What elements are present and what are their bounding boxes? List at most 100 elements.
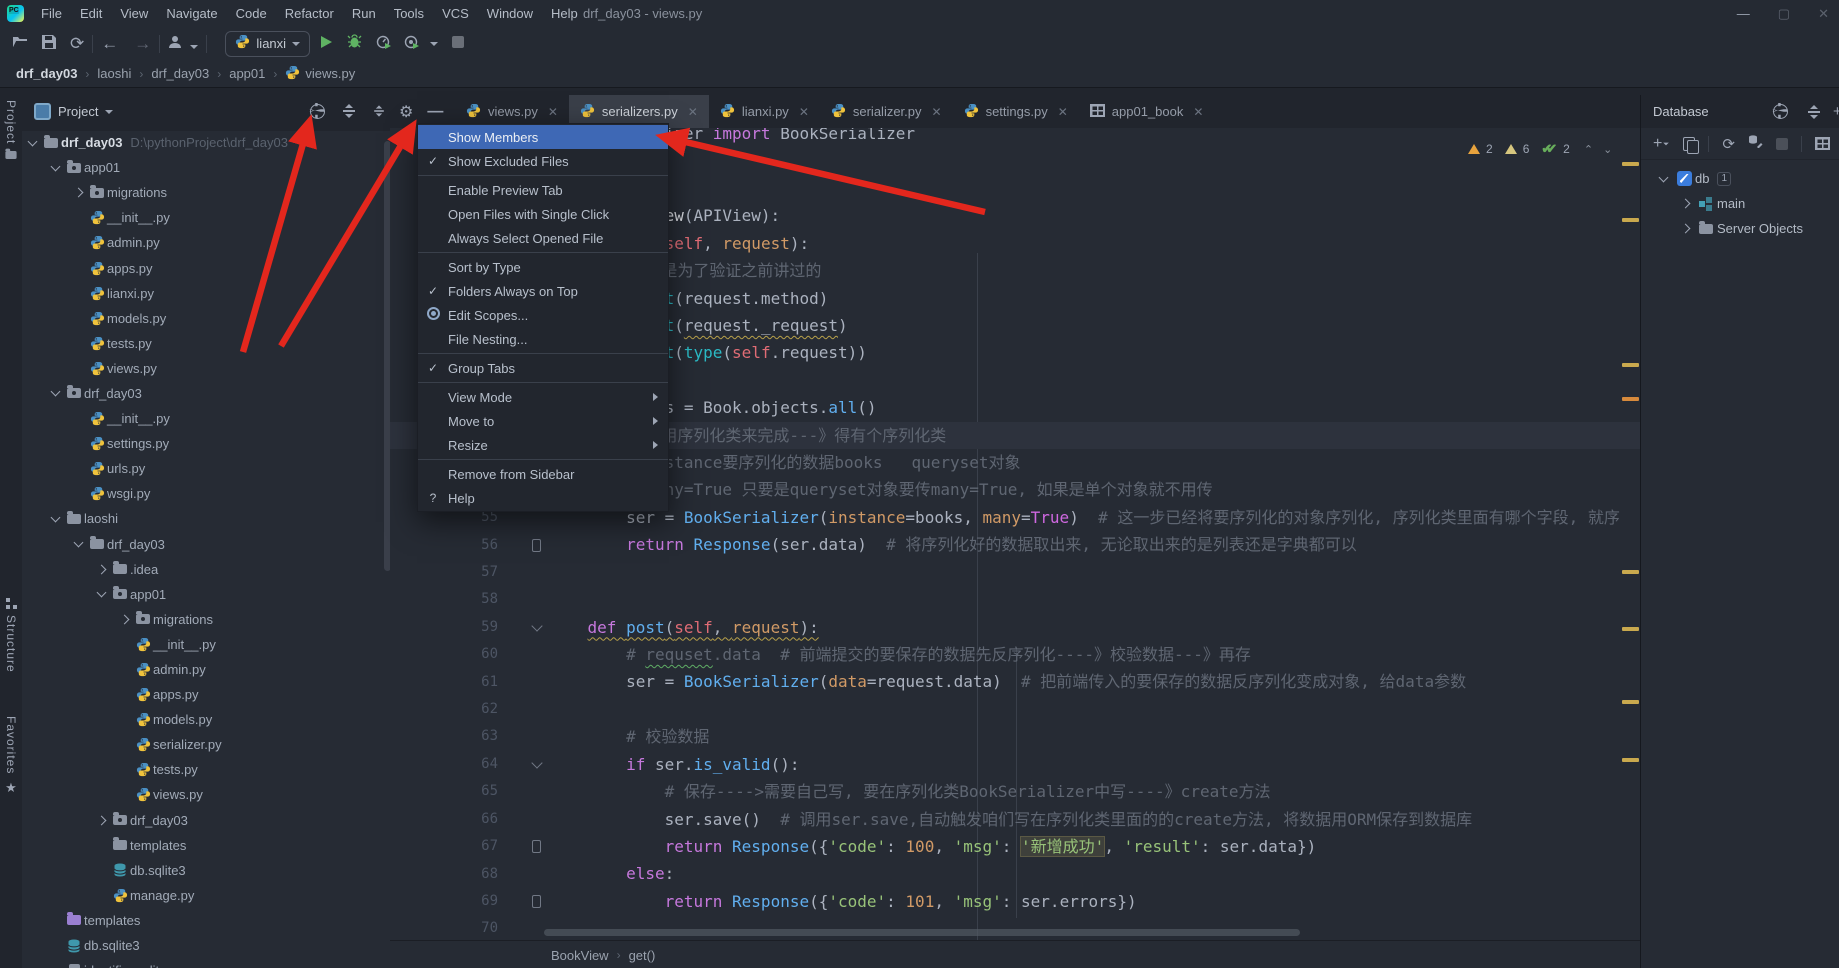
tree-item-admin.py[interactable]: admin.py (22, 657, 390, 682)
tree-item-settings.py[interactable]: settings.py (22, 431, 390, 456)
db-tree-item-db[interactable]: db 1 (1641, 166, 1839, 191)
breadcrumb-class[interactable]: BookView (551, 948, 609, 963)
tree-item-laoshi[interactable]: laoshi (22, 506, 390, 531)
code-line-59[interactable]: 59 def post(self, request): (390, 614, 1640, 641)
menu-vcs[interactable]: VCS (433, 0, 478, 27)
code-line-60[interactable]: 60 # requset.data # 前端提交的要保存的数据先反序列化----… (390, 641, 1640, 668)
tree-item-wsgi.py[interactable]: wsgi.py (22, 481, 390, 506)
db-duplicate-icon[interactable] (1683, 136, 1699, 154)
db-wrench-icon[interactable] (1748, 134, 1763, 153)
user-icon[interactable] (168, 35, 199, 53)
inspections-widget[interactable]: 2 6 ✔✔ 2 ⌃ ⌄ (1468, 138, 1612, 160)
tree-item-models.py[interactable]: models.py (22, 306, 390, 331)
coverage-icon[interactable] (404, 35, 420, 53)
tree-item-migrations[interactable]: migrations (22, 180, 390, 205)
chevron-right-icon[interactable] (1680, 223, 1690, 234)
stop-icon[interactable] (452, 35, 465, 52)
tree-item-identifier.sqlite[interactable]: identifier.sqlite (22, 958, 390, 968)
menu-view[interactable]: View (111, 0, 157, 27)
chevron-down-icon[interactable] (50, 512, 61, 523)
db-tree-item-server-objects[interactable]: Server Objects (1641, 216, 1839, 241)
chevron-down-icon[interactable] (96, 587, 107, 598)
db-table-icon[interactable] (1814, 137, 1830, 150)
close-icon[interactable]: ✕ (932, 105, 942, 119)
breadcrumb-item[interactable]: views.py (285, 65, 355, 83)
close-button[interactable]: ✕ (1818, 6, 1829, 22)
tree-item-__init__.py[interactable]: __init__.py (22, 632, 390, 657)
error-stripe-mark[interactable] (1622, 627, 1639, 631)
code-line-65[interactable]: 65 # 保存---->需要自己写, 要在序列化类BookSerializer中… (390, 778, 1640, 805)
close-icon[interactable]: ✕ (688, 105, 698, 119)
error-stripe-mark[interactable] (1622, 218, 1639, 222)
db-locate-icon[interactable] (1773, 104, 1788, 119)
minimize-button[interactable]: — (1737, 6, 1750, 21)
menu-item-remove-from-sidebar[interactable]: Remove from Sidebar (418, 462, 668, 486)
db-refresh-icon[interactable]: ⟳ (1722, 135, 1735, 153)
tree-item-db.sqlite3[interactable]: db.sqlite3 (22, 933, 390, 958)
menu-item-sort-by-type[interactable]: Sort by Type (418, 255, 668, 279)
code-line-68[interactable]: 68 else: (390, 860, 1640, 887)
tool-stripe-project[interactable]: Project (0, 100, 22, 160)
breadcrumb-item[interactable]: app01 (229, 66, 265, 81)
db-add-icon[interactable]: + (1653, 135, 1670, 153)
editor-tab-settings.py[interactable]: settings.py ✕ (953, 95, 1079, 128)
chevron-right-icon[interactable] (119, 614, 130, 625)
code-line-64[interactable]: 64 if ser.is_valid(): (390, 751, 1640, 778)
breadcrumb-item[interactable]: laoshi (97, 66, 131, 81)
fold-marker-icon[interactable] (531, 757, 543, 769)
editor-tab-lianxi.py[interactable]: lianxi.py ✕ (709, 95, 820, 128)
sync-icon[interactable]: ⟳ (70, 34, 84, 54)
db-stop-icon[interactable] (1775, 137, 1788, 150)
editor-tab-serializer.py[interactable]: serializer.py ✕ (820, 95, 953, 128)
error-stripe-mark[interactable] (1622, 758, 1639, 762)
tree-item-apps.py[interactable]: apps.py (22, 682, 390, 707)
tree-item-drf_day03[interactable]: drf_day03 (22, 381, 390, 406)
tree-item-serializer.py[interactable]: serializer.py (22, 732, 390, 757)
tool-stripe-structure[interactable]: Structure (0, 598, 22, 673)
database-panel-title[interactable]: Database (1653, 104, 1709, 119)
chevron-down-icon[interactable] (1658, 172, 1668, 182)
fold-marker-icon[interactable] (532, 538, 541, 552)
menu-file[interactable]: File (32, 0, 71, 27)
breadcrumb-method[interactable]: get() (629, 948, 656, 963)
tree-item-templates[interactable]: templates (22, 908, 390, 933)
tree-item-db.sqlite3[interactable]: db.sqlite3 (22, 858, 390, 883)
tree-item-migrations[interactable]: migrations (22, 607, 390, 632)
menu-item-file-nesting[interactable]: File Nesting... (418, 327, 668, 351)
fold-marker-icon[interactable] (531, 620, 543, 632)
fold-marker-icon[interactable] (532, 840, 541, 854)
close-icon[interactable]: ✕ (548, 105, 558, 119)
chevron-down-icon[interactable] (73, 537, 84, 548)
tree-item-__init__.py[interactable]: __init__.py (22, 205, 390, 230)
chevron-down-icon[interactable] (27, 136, 38, 146)
tree-item-drf_day03[interactable]: drf_day03 (22, 532, 390, 557)
close-icon[interactable]: ✕ (1058, 105, 1068, 119)
db-tree-item-main[interactable]: main (1641, 191, 1839, 216)
menu-item-folders-always-on-top[interactable]: ✓ Folders Always on Top (418, 279, 668, 303)
menu-item-help[interactable]: ? Help (418, 486, 668, 510)
debug-icon[interactable] (347, 34, 362, 53)
tree-item-__init__.py[interactable]: __init__.py (22, 406, 390, 431)
breadcrumb-item[interactable]: drf_day03 (151, 66, 209, 81)
error-stripe-mark[interactable] (1622, 363, 1639, 367)
editor-hscrollbar[interactable] (544, 929, 1300, 936)
tree-item-app01[interactable]: app01 (22, 582, 390, 607)
code-line-62[interactable]: 62 (390, 696, 1640, 723)
profiler-icon[interactable] (376, 35, 392, 53)
tree-item-drf_day03[interactable]: drf_day03 (22, 808, 390, 833)
error-stripe-mark[interactable] (1622, 700, 1639, 704)
tree-item-.idea[interactable]: .idea (22, 557, 390, 582)
menu-navigate[interactable]: Navigate (157, 0, 226, 27)
tree-item-manage.py[interactable]: manage.py (22, 883, 390, 908)
forward-icon[interactable]: → (134, 34, 151, 54)
menu-help[interactable]: Help (542, 0, 587, 27)
chevron-right-icon[interactable] (1680, 198, 1690, 209)
error-stripe-mark[interactable] (1622, 570, 1639, 574)
chevron-right-icon[interactable] (96, 815, 107, 826)
menu-window[interactable]: Window (478, 0, 542, 27)
breadcrumb-item[interactable]: drf_day03 (16, 66, 77, 81)
tree-item-tests.py[interactable]: tests.py (22, 757, 390, 782)
db-collapse-icon[interactable] (1808, 104, 1820, 119)
code-line-69[interactable]: 69 return Response({'code': 101, 'msg': … (390, 888, 1640, 915)
fold-marker-icon[interactable] (532, 895, 541, 909)
